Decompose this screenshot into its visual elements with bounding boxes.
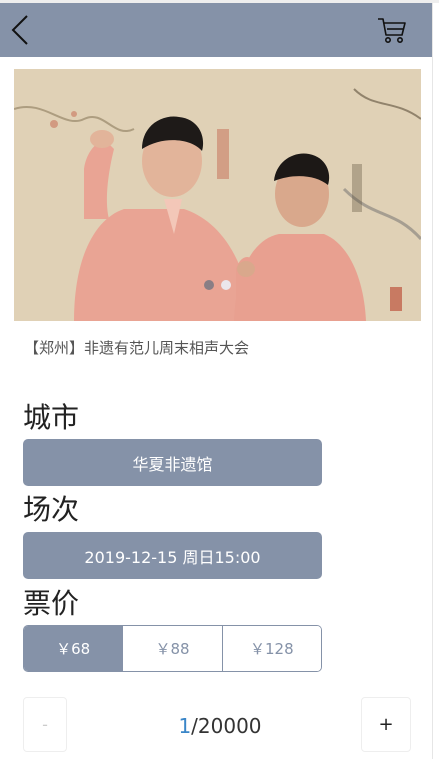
session-select-button[interactable]: 2019-12-15 周日15:00 xyxy=(23,532,322,579)
chevron-left-icon xyxy=(11,15,28,45)
price-option-68[interactable]: ￥68 xyxy=(24,626,123,671)
price-option-128[interactable]: ￥128 xyxy=(221,626,321,671)
carousel-dot[interactable] xyxy=(204,280,214,290)
session-label: 场次 xyxy=(23,493,80,526)
top-bar xyxy=(0,3,432,57)
price-options: ￥68 ￥88 ￥128 xyxy=(23,625,322,672)
event-title: 【郑州】非遗有范儿周末相声大会 xyxy=(24,339,250,357)
scrollbar-track xyxy=(432,3,439,759)
increase-quantity-button[interactable]: + xyxy=(361,697,411,752)
carousel-indicators xyxy=(204,280,231,290)
quantity-current: 1 xyxy=(178,714,192,738)
venue-select-button[interactable]: 华夏非遗馆 xyxy=(23,439,322,486)
ticket-purchase-page: 【郑州】非遗有范儿周末相声大会 城市 华夏非遗馆 场次 2019-12-15 周… xyxy=(0,0,439,759)
price-option-88[interactable]: ￥88 xyxy=(122,626,222,671)
event-banner[interactable] xyxy=(14,69,421,321)
quantity-max: /20000 xyxy=(191,714,262,738)
price-label: 票价 xyxy=(23,587,80,620)
back-button[interactable] xyxy=(8,13,36,47)
cart-button[interactable] xyxy=(376,13,408,47)
city-label: 城市 xyxy=(23,401,80,434)
carousel-dot-active[interactable] xyxy=(221,280,231,290)
quantity-display: 1/20000 xyxy=(150,714,290,738)
decrease-quantity-button[interactable]: - xyxy=(23,697,67,752)
shopping-cart-icon xyxy=(378,18,406,43)
